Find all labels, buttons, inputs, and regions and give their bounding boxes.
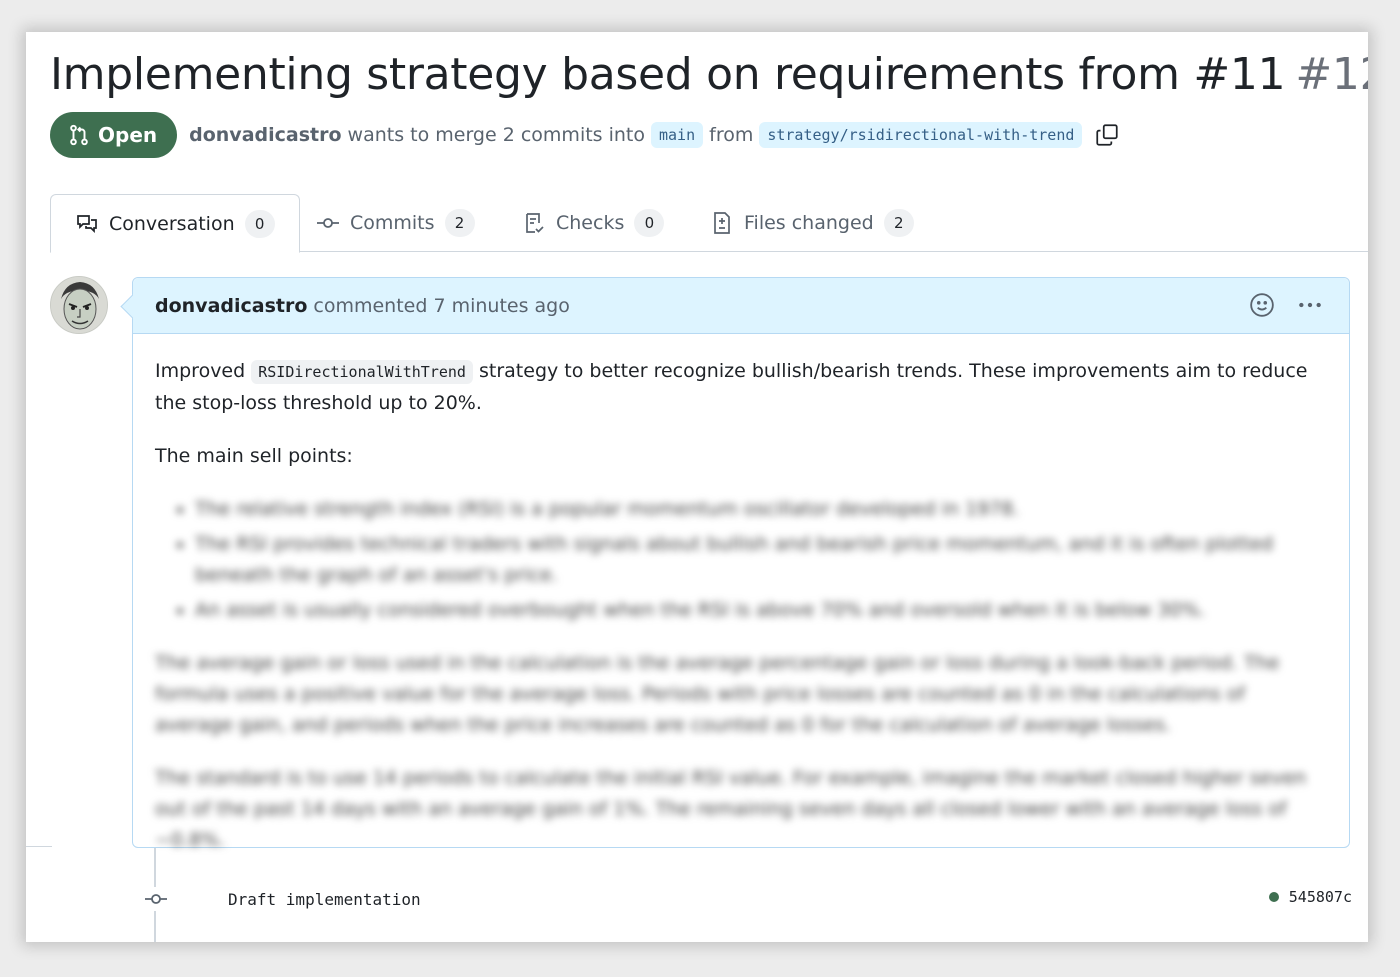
avatar-face-icon <box>51 277 107 333</box>
merge-summary: donvadicastro wants to merge 2 commits i… <box>189 122 1120 148</box>
list-item: An asset is usually considered overbough… <box>195 595 1327 626</box>
tab-label: Commits <box>350 212 435 234</box>
base-branch[interactable]: main <box>651 122 704 148</box>
tab-counter: 0 <box>244 209 275 238</box>
inline-code: RSIDirectionalWithTrend <box>251 360 473 384</box>
file-diff-icon <box>714 212 730 234</box>
state-label: Open <box>98 123 158 147</box>
merge-from-text: from <box>709 124 754 146</box>
sell-points-list: The relative strength index (RSI) is a p… <box>195 494 1327 626</box>
comment-author-link[interactable]: donvadicastro <box>155 295 307 317</box>
tab-files-changed[interactable]: Files changed 2 <box>686 194 938 252</box>
git-commit-icon <box>317 218 339 228</box>
head-branch[interactable]: strategy/rsidirectional-with-trend <box>759 122 1083 148</box>
comment-timestamp[interactable]: commented 7 minutes ago <box>313 295 569 317</box>
pr-title: Implementing strategy based on requireme… <box>50 46 1368 104</box>
status-dot-icon <box>1268 892 1279 902</box>
tab-checks[interactable]: Checks 0 <box>498 194 688 252</box>
pr-author-link[interactable]: donvadicastro <box>189 124 341 146</box>
git-commit-icon <box>136 887 176 911</box>
timeline-commit: Draft implementation 545807c <box>136 884 1352 914</box>
list-item: The relative strength index (RSI) is a p… <box>195 494 1327 525</box>
comment-paragraph-3: The average gain or loss used in the cal… <box>155 652 1280 736</box>
comment-discussion-icon <box>77 214 97 233</box>
comment-header: donvadicastro commented 7 minutes ago <box>133 278 1349 334</box>
smiley-icon[interactable] <box>1249 292 1275 318</box>
blurred-content: The relative strength index (RSI) is a p… <box>155 494 1327 856</box>
kebab-horizontal-icon[interactable] <box>1297 292 1323 318</box>
pr-meta: Open donvadicastro wants to merge 2 comm… <box>50 112 1120 158</box>
comment-box: donvadicastro commented 7 minutes ago Im… <box>132 277 1350 851</box>
merge-text: wants to merge 2 commits into <box>347 124 645 146</box>
commit-sha-link[interactable]: 545807c <box>1289 888 1352 906</box>
git-pull-request-icon <box>70 124 88 146</box>
comment-paragraph-2: The main sell points: <box>155 445 353 467</box>
tab-conversation[interactable]: Conversation 0 <box>50 194 300 253</box>
pr-title-text: Implementing strategy based on requireme… <box>50 49 1286 100</box>
tab-label: Files changed <box>744 212 874 234</box>
pr-number: #12 <box>1295 49 1368 100</box>
comment-body: Improved RSIDirectionalWithTrend strateg… <box>133 334 1349 856</box>
tab-commits[interactable]: Commits 2 <box>292 194 499 252</box>
commit-sha: 545807c <box>1268 888 1352 906</box>
checklist-icon <box>526 213 544 233</box>
avatar[interactable] <box>50 276 108 334</box>
tab-label: Checks <box>556 212 625 234</box>
divider <box>26 846 52 847</box>
tab-counter: 2 <box>883 209 914 237</box>
pr-page: Implementing strategy based on requireme… <box>26 32 1368 942</box>
tab-label: Conversation <box>109 212 235 235</box>
copy-icon[interactable] <box>1094 122 1120 148</box>
tab-counter: 0 <box>634 209 665 237</box>
pr-tabs: Conversation 0 Commits 2 Checks 0 Files … <box>50 194 1368 253</box>
list-item: The RSI provides technical traders with … <box>195 529 1327 591</box>
comment-paragraph-4: The standard is to use 14 periods to cal… <box>155 767 1307 851</box>
state-badge: Open <box>50 112 178 158</box>
comment-actions <box>1249 292 1323 318</box>
comment-text: Improved <box>155 360 246 382</box>
tab-counter: 2 <box>444 209 475 237</box>
comment-paragraph-1: Improved RSIDirectionalWithTrend strateg… <box>155 356 1327 419</box>
commit-message-link[interactable]: Draft implementation <box>228 890 421 909</box>
